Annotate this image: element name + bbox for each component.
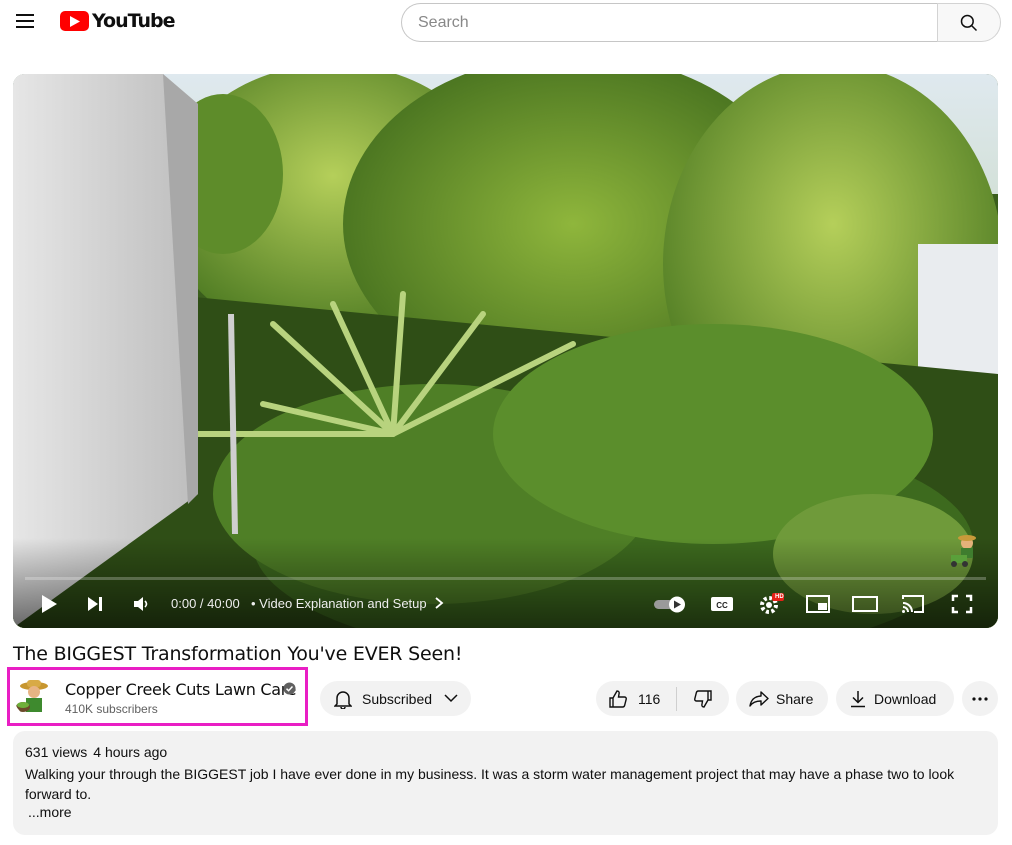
description-text: Walking your through the BIGGEST job I h… <box>25 766 955 802</box>
chapter-label: • Video Explanation and Setup <box>251 596 427 611</box>
video-player[interactable]: 0:00 / 40:00 • Video Explanation and Set… <box>13 74 998 628</box>
more-actions-button[interactable] <box>962 681 998 716</box>
logo-text: YouTube <box>92 10 175 32</box>
download-label: Download <box>874 690 937 707</box>
channel-name[interactable]: Copper Creek Cuts Lawn Care <box>65 680 297 699</box>
settings-button[interactable]: HD <box>756 589 786 619</box>
play-icon <box>42 595 57 613</box>
description-more-link[interactable]: ...more <box>28 804 72 820</box>
theater-button[interactable] <box>851 589 879 619</box>
like-count: 116 <box>638 690 661 707</box>
mute-button[interactable] <box>129 589 153 619</box>
verified-icon <box>283 682 296 695</box>
channel-watermark[interactable] <box>945 529 985 569</box>
like-button[interactable]: 116 <box>596 681 676 716</box>
view-count: 631 views <box>25 744 88 760</box>
theater-icon <box>852 596 878 612</box>
miniplayer-button[interactable] <box>805 589 831 619</box>
subscriber-count: 410K subscribers <box>65 702 158 716</box>
next-button[interactable] <box>83 589 107 619</box>
description-box[interactable]: 631 views 4 hours ago Walking your throug… <box>13 731 998 835</box>
youtube-logo[interactable]: YouTube <box>60 10 175 32</box>
video-title: The BIGGEST Transformation You've EVER S… <box>13 643 463 665</box>
dislike-button[interactable] <box>677 681 729 716</box>
progress-bar[interactable] <box>25 577 986 580</box>
like-dislike-group: 116 <box>596 681 729 716</box>
fullscreen-button[interactable] <box>949 589 975 619</box>
subscribed-label: Subscribed <box>362 690 433 707</box>
share-icon <box>749 690 769 707</box>
svg-text:CC: CC <box>716 601 728 610</box>
search-button[interactable] <box>937 3 1001 42</box>
search-field[interactable] <box>401 3 939 42</box>
download-icon <box>851 690 865 707</box>
share-label: Share <box>776 690 814 707</box>
subscribed-button[interactable]: Subscribed <box>320 681 471 716</box>
thumbs-down-icon <box>694 689 712 708</box>
time-display: 0:00 / 40:00 <box>171 596 240 611</box>
volume-icon <box>134 597 148 611</box>
captions-button[interactable]: CC <box>709 589 735 619</box>
description-meta: 631 views 4 hours ago <box>25 744 167 760</box>
upload-age: 4 hours ago <box>93 744 168 760</box>
miniplayer-icon <box>806 595 830 613</box>
autoplay-toggle-icon <box>654 596 685 613</box>
channel-avatar[interactable] <box>14 677 54 717</box>
next-icon <box>88 597 102 611</box>
search-input[interactable] <box>418 13 939 32</box>
more-icon <box>972 696 988 701</box>
play-button[interactable] <box>37 589 61 619</box>
youtube-logo-icon <box>60 11 89 31</box>
hd-badge: HD <box>775 594 784 600</box>
chevron-down-icon <box>444 694 458 703</box>
search-icon <box>960 14 978 31</box>
chevron-right-icon <box>435 597 444 609</box>
menu-icon[interactable] <box>9 5 41 37</box>
thumbs-up-icon <box>609 689 627 708</box>
bell-icon <box>334 690 352 709</box>
captions-icon: CC <box>711 597 733 611</box>
cast-icon <box>902 595 924 613</box>
cast-button[interactable] <box>899 589 927 619</box>
masthead: YouTube <box>0 0 1012 44</box>
share-button[interactable]: Share <box>736 681 828 716</box>
autoplay-toggle[interactable] <box>653 589 689 619</box>
download-button[interactable]: Download <box>836 681 954 716</box>
fullscreen-icon <box>951 594 973 614</box>
chapter-title[interactable]: • Video Explanation and Setup <box>251 596 444 611</box>
